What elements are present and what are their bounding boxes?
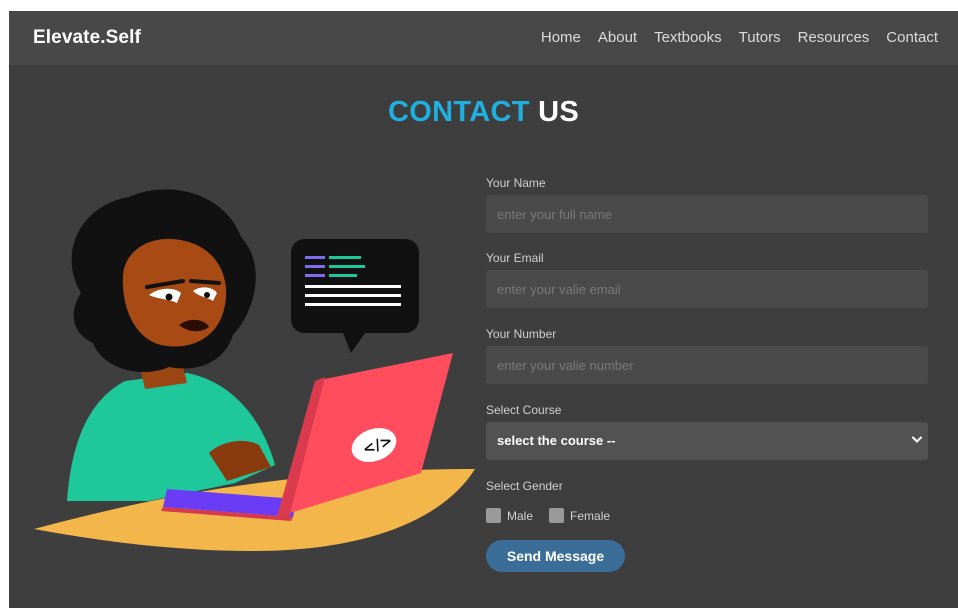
title-accent: CONTACT bbox=[388, 96, 530, 128]
male-label: Male bbox=[507, 508, 534, 523]
brand-logo[interactable]: Elevate.Self bbox=[33, 27, 141, 49]
female-label: Female bbox=[570, 508, 611, 523]
nav-link-home[interactable]: Home bbox=[541, 29, 581, 46]
shirt-shape bbox=[67, 373, 275, 501]
page-frame: Elevate.Self Home About Textbooks Tutors… bbox=[9, 11, 958, 608]
developer-illustration: </> bbox=[34, 189, 475, 551]
nav-link-contact[interactable]: Contact bbox=[886, 29, 938, 46]
name-label: Your Name bbox=[486, 176, 546, 190]
nav-link-resources[interactable]: Resources bbox=[798, 29, 870, 46]
name-input[interactable] bbox=[486, 195, 928, 233]
gender-options: Male Female bbox=[486, 508, 626, 523]
page-title: CONTACT US bbox=[9, 96, 958, 129]
chevron-down-icon bbox=[912, 436, 922, 443]
gender-label: Select Gender bbox=[486, 479, 563, 493]
nav-link-tutors[interactable]: Tutors bbox=[739, 29, 781, 46]
number-input[interactable] bbox=[486, 346, 928, 384]
email-label: Your Email bbox=[486, 251, 544, 265]
course-select[interactable]: select the course -- bbox=[486, 422, 928, 460]
course-select-value: select the course -- bbox=[497, 433, 616, 448]
course-label: Select Course bbox=[486, 403, 562, 417]
nav-link-textbooks[interactable]: Textbooks bbox=[654, 29, 722, 46]
female-checkbox[interactable] bbox=[549, 508, 565, 523]
navbar: Elevate.Self Home About Textbooks Tutors… bbox=[9, 11, 958, 65]
email-input[interactable] bbox=[486, 270, 928, 308]
nav-links: Home About Textbooks Tutors Resources Co… bbox=[524, 29, 938, 46]
title-rest: US bbox=[529, 96, 579, 128]
number-label: Your Number bbox=[486, 327, 557, 341]
male-checkbox[interactable] bbox=[486, 508, 501, 523]
nav-link-about[interactable]: About bbox=[598, 29, 637, 46]
send-message-button[interactable]: Send Message bbox=[486, 540, 625, 572]
